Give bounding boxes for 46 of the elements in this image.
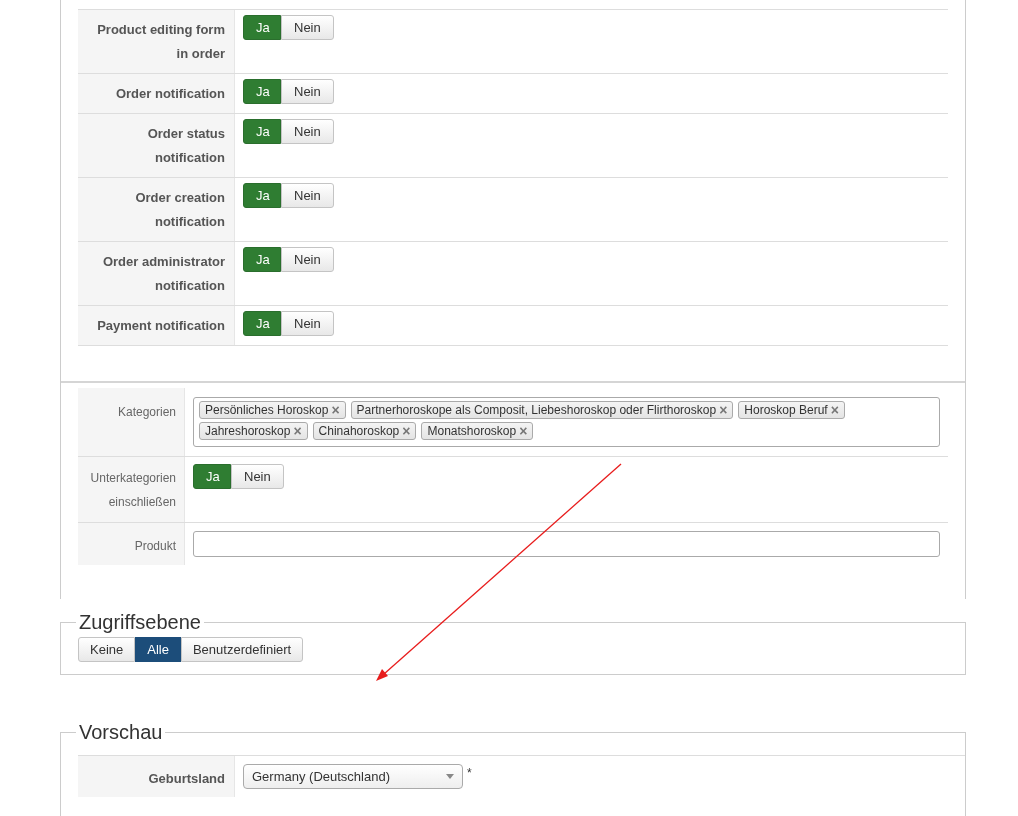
toggle-option[interactable]: Ja: [243, 15, 281, 40]
toggle-option[interactable]: Nein: [281, 79, 334, 104]
toggle-option[interactable]: Ja: [243, 119, 281, 144]
remove-tag-button[interactable]: ×: [719, 403, 728, 417]
toggle-option[interactable]: Nein: [281, 247, 334, 272]
remove-tag-button[interactable]: ×: [293, 424, 302, 438]
setting-label: Order creation notification: [135, 190, 225, 229]
toggle-option[interactable]: Ja: [193, 464, 231, 489]
category-tag: Jahreshoroskop ×: [199, 422, 308, 440]
product-input-field[interactable]: [193, 531, 940, 557]
toggle-option[interactable]: Nein: [281, 311, 334, 336]
setting-label: Order administrator notification: [102, 254, 225, 293]
toggle-option[interactable]: Nein: [281, 15, 334, 40]
access-level-option[interactable]: Keine: [78, 637, 136, 662]
toggle-option[interactable]: Nein: [281, 119, 334, 144]
required-mark: *: [467, 765, 472, 782]
section-title: Vorschau: [79, 721, 163, 743]
dropdown-caret-icon: [446, 774, 454, 779]
setting-label: Order notification: [115, 86, 225, 101]
remove-tag-button[interactable]: ×: [331, 403, 340, 417]
access-level-option[interactable]: Benutzerdefiniert: [180, 637, 304, 662]
field-label: Kategorien: [117, 405, 176, 419]
toggle-option[interactable]: Ja: [243, 247, 281, 272]
tags-field[interactable]: Persönliches Horoskop × Partnerhoroskope als Composit, Liebeshoroskop oder Flirthoroskop × Horoskop Beruf × Jahreshoroskop × Chinahoroskop × Monatshoroskop ×: [193, 397, 940, 447]
field-label: Produkt: [134, 539, 176, 553]
category-tag: Chinahoroskop ×: [312, 422, 417, 440]
toggle-option[interactable]: Ja: [243, 183, 281, 208]
field-label: Geburtsland: [148, 771, 225, 786]
access-level-option[interactable]: Alle: [135, 637, 181, 662]
setting-label: Order status notification: [147, 126, 225, 165]
category-tag: Monatshoroskop ×: [421, 422, 534, 440]
field-label: Unterkategorien einschließen: [90, 471, 176, 509]
remove-tag-button[interactable]: ×: [519, 424, 528, 438]
toggle-option[interactable]: Ja: [243, 79, 281, 104]
category-tag: Persönliches Horoskop ×: [199, 401, 346, 419]
section-title: Zugriffsebene: [79, 611, 201, 633]
category-tag: Partnerhoroskope als Composit, Liebeshoroskop oder Flirthoroskop ×: [350, 401, 734, 419]
toggle-option[interactable]: Nein: [281, 183, 334, 208]
category-tag: Horoskop Beruf ×: [738, 401, 845, 419]
setting-label: Product editing form in order: [97, 22, 225, 61]
remove-tag-button[interactable]: ×: [830, 403, 839, 417]
setting-label: Payment notification: [97, 318, 225, 333]
remove-tag-button[interactable]: ×: [402, 424, 411, 438]
toggle-option[interactable]: Ja: [243, 311, 281, 336]
toggle-option[interactable]: Nein: [231, 464, 284, 489]
country-select[interactable]: Germany (Deutschland): [243, 764, 463, 789]
